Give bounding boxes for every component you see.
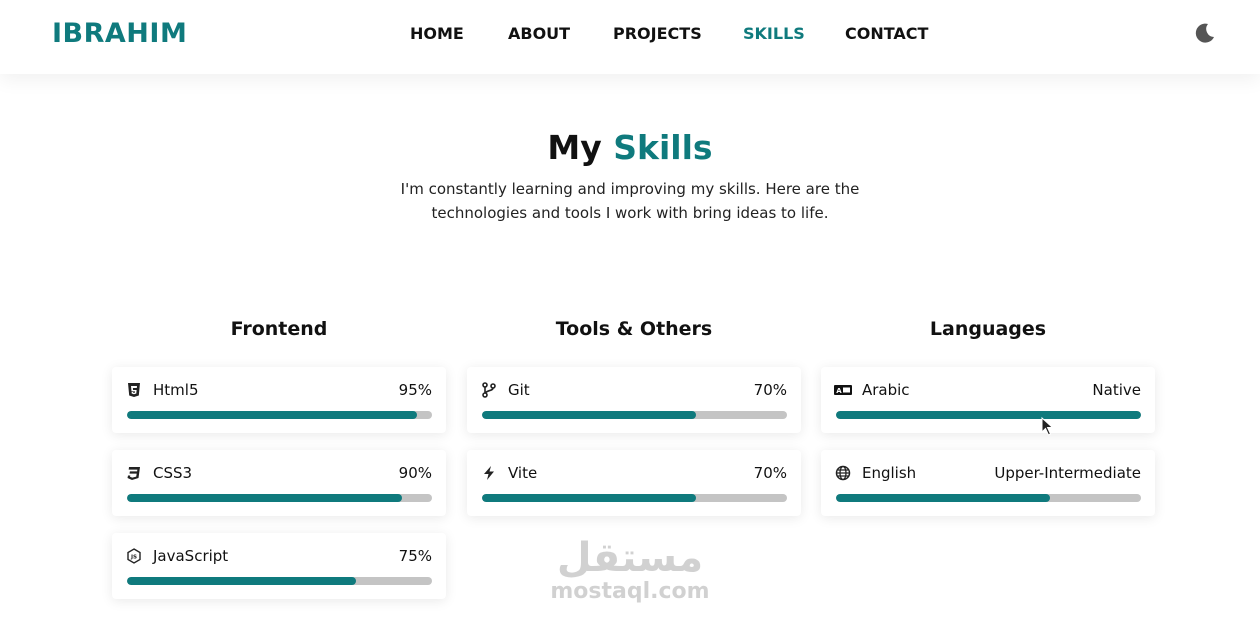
skill-name: CSS3 xyxy=(153,464,193,482)
progress-fill xyxy=(482,494,696,502)
nav-link-projects[interactable]: PROJECTS xyxy=(613,24,702,43)
git-branch-icon xyxy=(482,382,496,398)
nav-link-contact[interactable]: CONTACT xyxy=(845,24,928,43)
nav-links: HOME ABOUT PROJECTS SKILLS CONTACT xyxy=(0,24,1260,46)
skill-card-git: Git 70% xyxy=(467,367,801,433)
skill-name: English xyxy=(862,464,917,482)
mouse-pointer-icon xyxy=(1041,417,1054,436)
column-title: Frontend xyxy=(230,318,328,340)
progress-bar xyxy=(127,577,432,585)
column-title: Languages xyxy=(929,318,1047,340)
skill-card-javascript: JS JavaScript 75% xyxy=(112,533,446,599)
progress-fill xyxy=(127,577,356,585)
html5-icon xyxy=(128,383,140,397)
skill-name: JavaScript xyxy=(153,547,229,565)
page-title: My Skills xyxy=(0,128,1260,167)
progress-fill xyxy=(127,494,402,502)
progress-bar xyxy=(127,411,432,419)
progress-bar xyxy=(482,494,787,502)
progress-fill xyxy=(482,411,696,419)
watermark-latin: mostaql.com xyxy=(550,579,710,604)
javascript-icon: JS xyxy=(127,548,141,564)
skill-level: Native xyxy=(1092,381,1141,399)
watermark-arabic: مستقل xyxy=(556,535,704,581)
theme-toggle-button[interactable] xyxy=(1194,22,1216,44)
svg-text:JS: JS xyxy=(130,555,137,561)
progress-fill xyxy=(836,494,1050,502)
progress-bar xyxy=(482,411,787,419)
mostaql-watermark: مستقل mostaql.com xyxy=(548,536,712,608)
skill-level: 70% xyxy=(753,381,787,399)
progress-fill xyxy=(836,411,1141,419)
skill-level: 70% xyxy=(753,464,787,482)
skills-column-languages: Languages A Arabic Native English Upper-… xyxy=(821,318,1155,516)
progress-bar xyxy=(836,494,1141,502)
lightning-icon xyxy=(484,466,494,480)
skill-level: 75% xyxy=(398,547,432,565)
skill-level: 95% xyxy=(398,381,432,399)
skill-name: Vite xyxy=(508,464,538,482)
skill-card-vite: Vite 70% xyxy=(467,450,801,516)
svg-text:A: A xyxy=(836,387,842,395)
skill-name: Html5 xyxy=(153,381,199,399)
skill-name: Arabic xyxy=(862,381,910,399)
skills-header: My Skills I'm constantly learning and im… xyxy=(0,128,1260,225)
skill-card-english: English Upper-Intermediate xyxy=(821,450,1155,516)
skills-column-tools: Tools & Others Git 70% Vite 70% xyxy=(467,318,801,516)
progress-bar xyxy=(127,494,432,502)
title-prefix: My xyxy=(547,128,602,167)
skill-name: Git xyxy=(508,381,530,399)
moon-icon xyxy=(1195,23,1214,43)
progress-fill xyxy=(127,411,417,419)
nav-link-home[interactable]: HOME xyxy=(410,24,464,43)
skills-column-frontend: Frontend Html5 95% CSS3 90% JS JavaScrip… xyxy=(112,318,446,599)
title-accent: Skills xyxy=(613,128,713,167)
skill-level: Upper-Intermediate xyxy=(994,464,1141,482)
section-description: I'm constantly learning and improving my… xyxy=(400,180,860,222)
skill-level: 90% xyxy=(398,464,432,482)
nav-link-about[interactable]: ABOUT xyxy=(508,24,570,43)
language-icon: A xyxy=(834,385,852,395)
skill-card-css3: CSS3 90% xyxy=(112,450,446,516)
css3-icon xyxy=(127,467,140,480)
skill-card-arabic: A Arabic Native xyxy=(821,367,1155,433)
globe-icon xyxy=(835,465,851,481)
progress-bar xyxy=(836,411,1141,419)
skill-card-html5: Html5 95% xyxy=(112,367,446,433)
column-title: Tools & Others xyxy=(555,318,713,340)
nav-link-skills[interactable]: SKILLS xyxy=(743,24,805,43)
navbar: IBRAHIM HOME ABOUT PROJECTS SKILLS CONTA… xyxy=(0,0,1260,74)
